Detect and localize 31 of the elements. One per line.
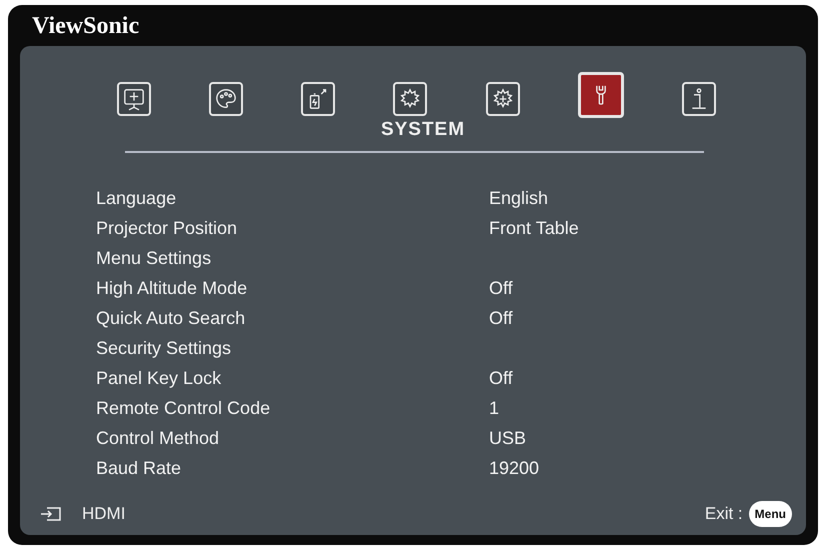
setting-value: English bbox=[489, 188, 548, 208]
setting-label[interactable]: Projector Position bbox=[96, 218, 489, 238]
setting-label[interactable]: High Altitude Mode bbox=[96, 278, 489, 298]
setting-label[interactable]: Security Settings bbox=[96, 338, 489, 358]
page-title: SYSTEM bbox=[380, 119, 466, 141]
setting-value: 1 bbox=[489, 398, 500, 418]
menu-tab[interactable] bbox=[301, 82, 336, 116]
setting-label[interactable]: Remote Control Code bbox=[96, 398, 489, 418]
setting-label[interactable]: Panel Key Lock bbox=[96, 368, 489, 388]
source-label: HDMI bbox=[82, 504, 126, 524]
setting-label[interactable]: Quick Auto Search bbox=[96, 308, 489, 328]
menu-tab[interactable] bbox=[682, 82, 716, 116]
setting-label[interactable]: Menu Settings bbox=[96, 248, 489, 268]
exit-hint: Exit : bbox=[704, 504, 743, 524]
menu-key[interactable]: Menu bbox=[748, 501, 792, 527]
menu-tab[interactable] bbox=[486, 82, 520, 116]
brand-logo: ViewSonic bbox=[31, 13, 140, 41]
setting-value: 19200 bbox=[489, 458, 540, 478]
menu-tab[interactable] bbox=[578, 72, 624, 118]
menu-tab[interactable] bbox=[209, 82, 244, 116]
setting-label[interactable]: Baud Rate bbox=[96, 458, 489, 478]
setting-label[interactable]: Language bbox=[96, 188, 489, 208]
setting-value: USB bbox=[489, 428, 526, 448]
setting-label[interactable]: Control Method bbox=[96, 428, 489, 448]
setting-value: Off bbox=[489, 308, 513, 328]
menu-tab[interactable] bbox=[117, 82, 151, 116]
menu-tab[interactable] bbox=[393, 82, 428, 116]
setting-value: Front Table bbox=[489, 218, 579, 238]
setting-value: Off bbox=[489, 278, 513, 298]
input-source-icon bbox=[40, 506, 62, 522]
setting-value: Off bbox=[489, 368, 513, 388]
